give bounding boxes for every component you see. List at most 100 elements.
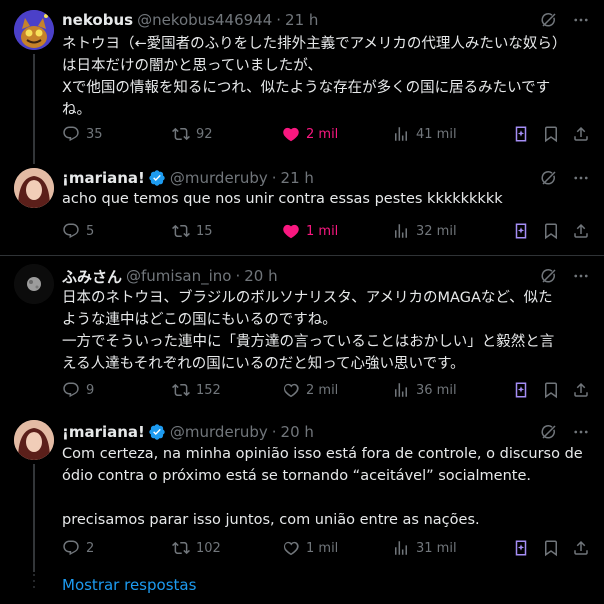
author-handle[interactable]: @murderuby (170, 423, 268, 441)
views-button[interactable]: 31 mil (392, 539, 500, 557)
post-top-actions (540, 11, 590, 29)
post-2[interactable]: ¡mariana! @murderuby · 21 h acho que tem… (0, 160, 604, 255)
more-icon[interactable] (572, 267, 590, 285)
more-icon[interactable] (572, 423, 590, 441)
like-button[interactable]: 1 mil (282, 539, 392, 557)
show-replies-link[interactable]: Mostrar respostas (62, 576, 196, 594)
grok-icon[interactable] (540, 169, 558, 187)
reply-icon (62, 222, 80, 240)
grok-post-icon[interactable] (512, 222, 530, 240)
reply-icon (62, 125, 80, 143)
views-icon (392, 125, 410, 143)
views-button[interactable]: 41 mil (392, 125, 500, 143)
more-icon[interactable] (572, 169, 590, 187)
separator-dot: · (276, 11, 282, 29)
share-icon[interactable] (572, 222, 590, 240)
grok-icon[interactable] (540, 267, 558, 285)
reply-button[interactable]: 5 (62, 222, 172, 240)
author-name[interactable]: ふみさん (62, 266, 122, 287)
views-button[interactable]: 36 mil (392, 381, 500, 399)
bookmark-icon[interactable] (542, 222, 560, 240)
repost-icon (172, 125, 190, 143)
post-top-actions (540, 267, 590, 285)
post-header: ¡mariana! @murderuby · 20 h (62, 422, 314, 442)
post-header: ふみさん @fumisan_ino · 20 h (62, 266, 278, 286)
separator-dot: · (271, 423, 277, 441)
grok-post-icon[interactable] (512, 381, 530, 399)
avatar-mariana[interactable] (14, 420, 54, 460)
author-handle[interactable]: @nekobus446944 (137, 11, 272, 29)
separator-dot: · (271, 169, 277, 187)
post-text: 日本のネトウヨ、ブラジルのボルソナリスタ、アメリカのMAGAなど、似た ような連… (62, 290, 555, 372)
like-icon (282, 222, 300, 240)
verified-icon (148, 423, 166, 441)
post-actions: 5 15 1 mil 32 mil (62, 220, 590, 242)
share-icon[interactable] (572, 381, 590, 399)
repost-button[interactable]: 102 (172, 539, 282, 557)
view-count: 41 mil (416, 126, 457, 142)
reply-button[interactable]: 2 (62, 539, 172, 557)
view-count: 31 mil (416, 540, 457, 556)
bookmark-icon[interactable] (542, 381, 560, 399)
view-count: 32 mil (416, 223, 457, 239)
post-3[interactable]: ふみさん @fumisan_ino · 20 h 日本のネトウヨ、ブラジルのボル… (0, 256, 604, 410)
more-icon[interactable] (572, 11, 590, 29)
thread-line (33, 54, 35, 164)
post-time[interactable]: 20 h (281, 423, 314, 441)
bookmark-icon[interactable] (542, 125, 560, 143)
mariana-avatar-image (14, 168, 54, 208)
reply-button[interactable]: 35 (62, 125, 172, 143)
views-button[interactable]: 32 mil (392, 222, 500, 240)
repost-button[interactable]: 15 (172, 222, 282, 240)
like-count: 2 mil (306, 382, 339, 398)
reply-count: 5 (86, 223, 95, 239)
thread-continuation-dots (33, 574, 35, 596)
post-time[interactable]: 21 h (285, 11, 318, 29)
like-button[interactable]: 2 mil (282, 381, 392, 399)
post-time[interactable]: 20 h (244, 267, 277, 285)
reply-count: 9 (86, 382, 95, 398)
grok-post-icon[interactable] (512, 539, 530, 557)
repost-icon (172, 222, 190, 240)
grok-icon[interactable] (540, 11, 558, 29)
reply-count: 35 (86, 126, 103, 142)
repost-icon (172, 381, 190, 399)
share-icon[interactable] (572, 539, 590, 557)
repost-button[interactable]: 92 (172, 125, 282, 143)
view-count: 36 mil (416, 382, 457, 398)
avatar-fumisan[interactable] (14, 264, 54, 304)
like-count: 2 mil (306, 126, 339, 142)
grok-post-icon[interactable] (512, 125, 530, 143)
like-button[interactable]: 2 mil (282, 125, 392, 143)
avatar-nekobus[interactable] (14, 10, 54, 50)
author-handle[interactable]: @fumisan_ino (126, 267, 231, 285)
separator-dot: · (235, 267, 241, 285)
reply-button[interactable]: 9 (62, 381, 172, 399)
repost-count: 15 (196, 223, 213, 239)
grok-icon[interactable] (540, 423, 558, 441)
thread-line (33, 464, 35, 572)
reply-icon (62, 539, 80, 557)
author-name[interactable]: ¡mariana! (62, 169, 145, 187)
repost-count: 152 (196, 382, 221, 398)
post-4[interactable]: ¡mariana! @murderuby · 20 h Com certeza,… (0, 412, 604, 572)
post-top-actions (540, 423, 590, 441)
nekobus-avatar-image (14, 10, 54, 50)
author-name[interactable]: nekobus (62, 11, 133, 29)
share-icon[interactable] (572, 125, 590, 143)
repost-count: 102 (196, 540, 221, 556)
views-icon (392, 539, 410, 557)
repost-button[interactable]: 152 (172, 381, 282, 399)
post-text: Com certeza, na minha opinião isso está … (62, 446, 583, 528)
author-handle[interactable]: @murderuby (170, 169, 268, 187)
like-icon (282, 125, 300, 143)
post-1[interactable]: nekobus @nekobus446944 · 21 h ネトウヨ（←愛国者の… (0, 0, 604, 164)
author-name[interactable]: ¡mariana! (62, 423, 145, 441)
bookmark-icon[interactable] (542, 539, 560, 557)
verified-icon (148, 169, 166, 187)
repost-count: 92 (196, 126, 213, 142)
post-header: ¡mariana! @murderuby · 21 h (62, 168, 314, 188)
avatar-mariana[interactable] (14, 168, 54, 208)
like-button[interactable]: 1 mil (282, 222, 392, 240)
post-time[interactable]: 21 h (281, 169, 314, 187)
